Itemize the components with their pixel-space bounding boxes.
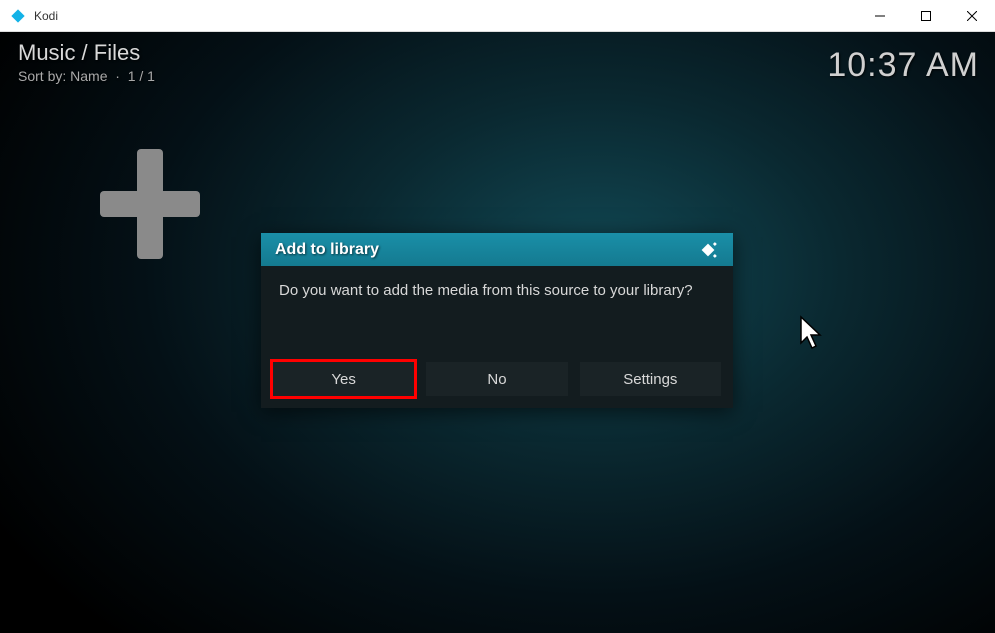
close-button[interactable] <box>949 0 995 32</box>
dialog-button-row: Yes No Settings <box>261 362 733 408</box>
plus-icon <box>100 149 200 259</box>
list-subinfo: Sort by: Name · 1 / 1 <box>18 68 155 84</box>
sort-label: Sort by: Name <box>18 68 107 84</box>
kodi-app-area: Music / Files Sort by: Name · 1 / 1 10:3… <box>0 32 995 633</box>
window-title: Kodi <box>34 9 58 23</box>
settings-button[interactable]: Settings <box>580 362 721 396</box>
yes-button[interactable]: Yes <box>273 362 414 396</box>
clock: 10:37 AM <box>827 46 979 85</box>
dialog-title: Add to library <box>275 241 379 259</box>
kodi-logo-icon <box>10 8 26 24</box>
minimize-button[interactable] <box>857 0 903 32</box>
breadcrumb: Music / Files <box>18 40 155 66</box>
dialog-message: Do you want to add the media from this s… <box>261 266 733 362</box>
header-info: Music / Files Sort by: Name · 1 / 1 <box>18 40 155 84</box>
page-indicator: 1 / 1 <box>128 68 155 84</box>
no-button[interactable]: No <box>426 362 567 396</box>
mouse-cursor-icon <box>799 315 825 353</box>
window-titlebar: Kodi <box>0 0 995 32</box>
add-source-tile[interactable] <box>100 149 200 259</box>
add-to-library-dialog: Add to library Do you want to add the me… <box>261 233 733 408</box>
dialog-header: Add to library <box>261 233 733 266</box>
maximize-button[interactable] <box>903 0 949 32</box>
kodi-logo-icon <box>697 239 719 261</box>
